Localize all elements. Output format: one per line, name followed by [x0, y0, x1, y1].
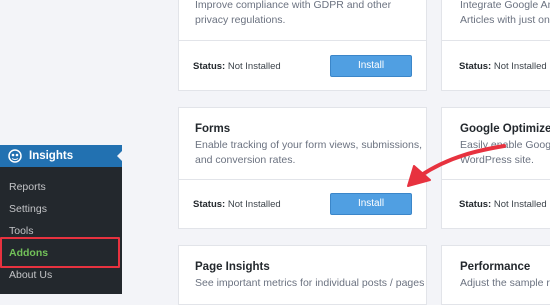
card-description-line: See important metrics for individual pos… [195, 277, 425, 289]
card-title: Forms [195, 123, 231, 135]
status-label: Status: [459, 199, 492, 210]
annotation-arrow-icon [407, 144, 506, 187]
card-title: Page Insights [195, 261, 270, 273]
status-label: Status: [193, 199, 226, 210]
status-label: Status: [459, 61, 492, 72]
current-menu-arrow-icon [117, 150, 123, 162]
admin-sidebar: Insights Reports Settings Tools Addons A… [0, 145, 123, 294]
card-description-line: Improve compliance with GDPR and other [195, 0, 392, 11]
card-title: Google Optimize [460, 123, 550, 135]
sidebar-item-tools[interactable]: Tools [9, 225, 34, 237]
addon-card-privacy-compliance: Improve compliance with GDPR and other p… [178, 0, 427, 91]
card-status: Status: Not Installed [459, 199, 547, 210]
addon-card-google-amp: Integrate Google Ana Articles with just … [441, 0, 550, 91]
status-value: Not Installed [493, 61, 547, 72]
status-value: Not Installed [227, 61, 281, 72]
status-label: Status: [193, 61, 226, 72]
card-description-line: Adjust the sample rat [460, 277, 550, 289]
card-divider [442, 40, 550, 41]
annotation-highlight-box [0, 237, 120, 268]
sidebar-item-reports[interactable]: Reports [9, 181, 46, 193]
card-divider [179, 179, 426, 180]
addon-card-page-insights: Page Insights See important metrics for … [178, 245, 427, 305]
sidebar-item-about-us[interactable]: About Us [9, 269, 52, 281]
card-description-line: Articles with just one [460, 14, 550, 26]
install-button[interactable]: Install [330, 55, 412, 77]
card-description-line: and conversion rates. [195, 154, 296, 166]
sidebar-item-settings[interactable]: Settings [9, 203, 47, 215]
card-description-line: privacy regulations. [195, 14, 286, 26]
card-status: Status: Not Installed [193, 199, 281, 210]
addon-card-forms: Forms Enable tracking of your form views… [178, 107, 427, 229]
card-description-line: Integrate Google Ana [460, 0, 550, 11]
sidebar-menu-insights[interactable]: Insights [0, 145, 123, 167]
card-title: Performance [460, 261, 531, 273]
status-value: Not Installed [493, 199, 547, 210]
sidebar-menu-title: Insights [29, 150, 74, 162]
status-value: Not Installed [227, 199, 281, 210]
card-status: Status: Not Installed [193, 61, 281, 72]
insights-logo-icon [8, 149, 22, 163]
card-divider [179, 40, 426, 41]
card-description-line: Enable tracking of your form views, subm… [195, 139, 423, 151]
addon-card-performance: Performance Adjust the sample rat [441, 245, 550, 305]
card-status: Status: Not Installed [459, 61, 547, 72]
